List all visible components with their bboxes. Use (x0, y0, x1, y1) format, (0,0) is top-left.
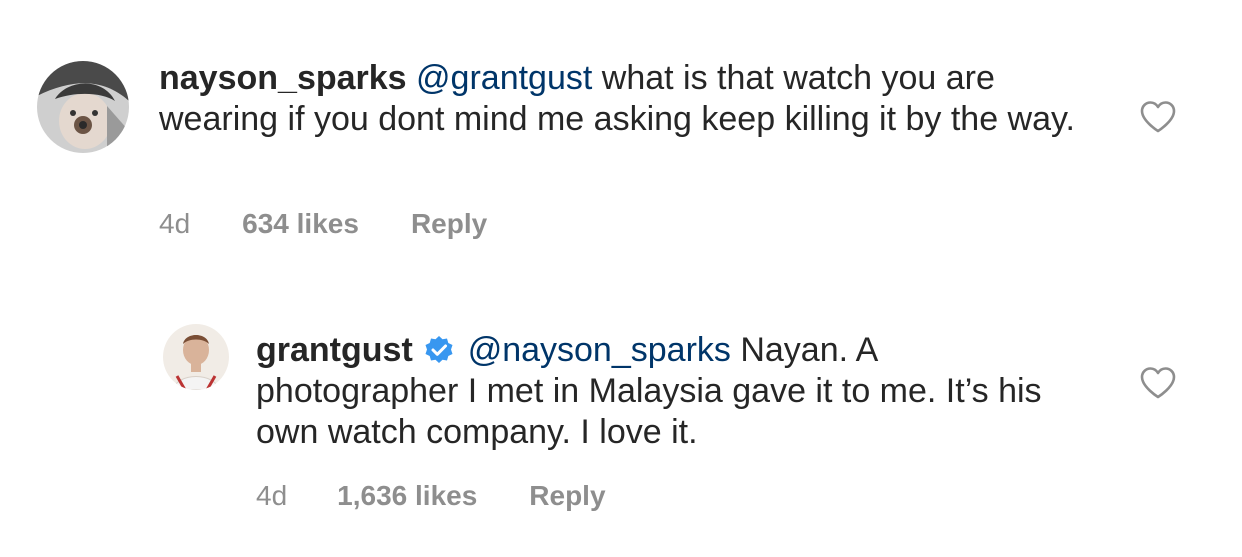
reply-button[interactable]: Reply (411, 208, 487, 240)
comment-likes[interactable]: 1,636 likes (337, 480, 477, 512)
comment-mention[interactable]: @nayson_sparks (468, 331, 731, 369)
comment-mention[interactable]: @grantgust (416, 59, 592, 97)
avatar-illustration (37, 61, 129, 153)
comment-username[interactable]: nayson_sparks (159, 59, 407, 97)
comment-meta: 4d 1,636 likes Reply (256, 478, 606, 514)
heart-icon[interactable] (1139, 366, 1177, 400)
verified-badge-icon (424, 334, 454, 364)
comment-username[interactable]: grantgust (256, 331, 413, 369)
avatar[interactable] (37, 61, 129, 153)
avatar-illustration (163, 324, 229, 390)
comment-likes[interactable]: 634 likes (242, 208, 359, 240)
comment-text: grantgust @nayson_sparks Nayan. A photog… (256, 330, 1076, 453)
comment-item: nayson_sparks @grantgust what is that wa… (0, 0, 1242, 260)
heart-icon[interactable] (1139, 100, 1177, 134)
comment-time: 4d (256, 480, 288, 511)
avatar[interactable] (163, 324, 229, 390)
comment-text: nayson_sparks @grantgust what is that wa… (159, 58, 1079, 140)
reply-button[interactable]: Reply (529, 480, 605, 512)
comment-time: 4d (159, 208, 191, 239)
comment-meta: 4d 634 likes Reply (159, 206, 487, 242)
comment-item: grantgust @nayson_sparks Nayan. A photog… (0, 260, 1242, 557)
